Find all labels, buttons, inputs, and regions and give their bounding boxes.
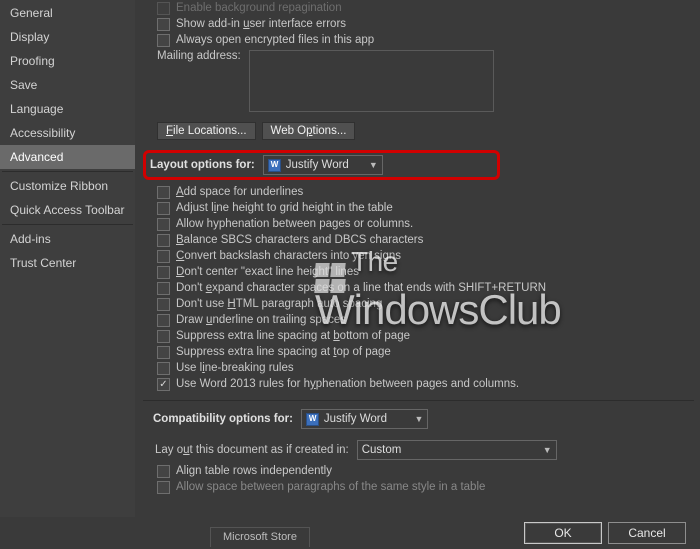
layout-as-if-row: Lay out this document as if created in: … bbox=[143, 437, 700, 463]
section-title: Layout options for: bbox=[150, 159, 255, 171]
checkbox[interactable] bbox=[157, 298, 170, 311]
label: Use line-breaking rules bbox=[176, 362, 294, 374]
layout-opt-8[interactable]: Draw underline on trailing spaces bbox=[143, 312, 700, 328]
label: Always open encrypted files in this app bbox=[176, 34, 374, 46]
checkbox[interactable] bbox=[157, 465, 170, 478]
checkbox bbox=[157, 2, 170, 15]
options-content: Enable background repagination Show add-… bbox=[135, 0, 700, 517]
layout-opt-11[interactable]: Use line-breaking rules bbox=[143, 360, 700, 376]
divider bbox=[143, 400, 694, 401]
compat-options-header: Compatibility options for: Justify Word … bbox=[143, 405, 560, 433]
checkbox[interactable] bbox=[157, 218, 170, 231]
checkbox[interactable] bbox=[157, 234, 170, 247]
opt-align-table-rows[interactable]: Align table rows independently bbox=[143, 463, 700, 479]
label: Convert backslash characters into yen si… bbox=[176, 250, 401, 262]
label: Add space for underlines bbox=[176, 186, 303, 198]
combo-value: Justify Word bbox=[286, 159, 349, 171]
sidebar-divider bbox=[2, 171, 133, 172]
combo-value: Custom bbox=[362, 444, 402, 456]
layout-opt-6[interactable]: Don't expand character spaces on a line … bbox=[143, 280, 700, 296]
checkbox[interactable] bbox=[157, 250, 170, 263]
chevron-down-icon: ▼ bbox=[543, 445, 552, 455]
sidebar-item-save[interactable]: Save bbox=[0, 73, 135, 97]
label: Suppress extra line spacing at bottom of… bbox=[176, 330, 410, 342]
label: Don't expand character spaces on a line … bbox=[176, 282, 546, 294]
checkbox[interactable] bbox=[157, 330, 170, 343]
opt-enable-bg-repagination: Enable background repagination bbox=[143, 0, 700, 16]
layout-opt-10[interactable]: Suppress extra line spacing at top of pa… bbox=[143, 344, 700, 360]
layout-opt-12[interactable]: ✓ Use Word 2013 rules for hyphenation bet… bbox=[143, 376, 700, 392]
layout-opt-1[interactable]: Adjust line height to grid height in the… bbox=[143, 200, 700, 216]
checkbox[interactable] bbox=[157, 266, 170, 279]
sidebar-item-trust-center[interactable]: Trust Center bbox=[0, 251, 135, 275]
label: Don't center "exact line height" lines bbox=[176, 266, 359, 278]
opt-allow-space-paragraphs: Allow space between paragraphs of the sa… bbox=[143, 479, 700, 495]
mailing-address-label: Mailing address: bbox=[157, 50, 241, 62]
label: Balance SBCS characters and DBCS charact… bbox=[176, 234, 423, 246]
mailing-address-field[interactable] bbox=[249, 50, 494, 112]
mailing-address-row: Mailing address: bbox=[143, 48, 700, 118]
label: Don't use HTML paragraph auto spacing bbox=[176, 298, 382, 310]
label: Draw underline on trailing spaces bbox=[176, 314, 346, 326]
checkbox[interactable] bbox=[157, 346, 170, 359]
sidebar-item-advanced[interactable]: Advanced bbox=[0, 145, 135, 169]
checkbox[interactable] bbox=[157, 34, 170, 47]
layout-as-if-combo[interactable]: Custom ▼ bbox=[357, 440, 557, 460]
checkbox[interactable] bbox=[157, 314, 170, 327]
label: Enable background repagination bbox=[176, 2, 342, 14]
chevron-down-icon: ▼ bbox=[369, 160, 378, 170]
label: Align table rows independently bbox=[176, 465, 332, 477]
opt-always-open-encrypted[interactable]: Always open encrypted files in this app bbox=[143, 32, 700, 48]
checkbox[interactable] bbox=[157, 202, 170, 215]
checkbox[interactable] bbox=[157, 18, 170, 31]
combo-value: Justify Word bbox=[324, 413, 387, 425]
layout-options-header: Layout options for: Justify Word ▼ bbox=[143, 150, 500, 180]
label: Lay out this document as if created in: bbox=[155, 444, 349, 456]
layout-opt-2[interactable]: Allow hyphenation between pages or colum… bbox=[143, 216, 700, 232]
word-doc-icon bbox=[268, 159, 281, 172]
sidebar-item-accessibility[interactable]: Accessibility bbox=[0, 121, 135, 145]
dialog-footer: Microsoft Store OK Cancel bbox=[0, 517, 700, 549]
layout-options-list: Add space for underlines Adjust line heig… bbox=[143, 184, 700, 392]
sidebar-item-quick-access-toolbar[interactable]: Quick Access Toolbar bbox=[0, 198, 135, 222]
opt-show-addin-errors[interactable]: Show add-in user interface errors bbox=[143, 16, 700, 32]
section-title: Compatibility options for: bbox=[153, 413, 293, 425]
sidebar-item-customize-ribbon[interactable]: Customize Ribbon bbox=[0, 174, 135, 198]
word-doc-icon bbox=[306, 413, 319, 426]
label: Use Word 2013 rules for hyphenation betw… bbox=[176, 378, 519, 390]
checkbox[interactable]: ✓ bbox=[157, 378, 170, 391]
label: Allow hyphenation between pages or colum… bbox=[176, 218, 413, 230]
sidebar-item-proofing[interactable]: Proofing bbox=[0, 49, 135, 73]
compat-options-combo[interactable]: Justify Word ▼ bbox=[301, 409, 429, 429]
label: Adjust line height to grid height in the… bbox=[176, 202, 393, 214]
chevron-down-icon: ▼ bbox=[415, 414, 424, 424]
layout-options-combo[interactable]: Justify Word ▼ bbox=[263, 155, 383, 175]
checkbox[interactable] bbox=[157, 186, 170, 199]
file-locations-button[interactable]: File Locations... bbox=[157, 122, 256, 140]
sidebar-item-add-ins[interactable]: Add-ins bbox=[0, 227, 135, 251]
layout-opt-0[interactable]: Add space for underlines bbox=[143, 184, 700, 200]
label: Suppress extra line spacing at top of pa… bbox=[176, 346, 391, 358]
web-options-button[interactable]: Web Options... bbox=[262, 122, 356, 140]
sidebar-item-language[interactable]: Language bbox=[0, 97, 135, 121]
label: Show add-in user interface errors bbox=[176, 18, 346, 30]
sidebar-divider bbox=[2, 224, 133, 225]
layout-opt-9[interactable]: Suppress extra line spacing at bottom of… bbox=[143, 328, 700, 344]
layout-opt-7[interactable]: Don't use HTML paragraph auto spacing bbox=[143, 296, 700, 312]
checkbox[interactable] bbox=[157, 282, 170, 295]
sidebar-item-display[interactable]: Display bbox=[0, 25, 135, 49]
checkbox bbox=[157, 481, 170, 494]
layout-opt-5[interactable]: Don't center "exact line height" lines bbox=[143, 264, 700, 280]
microsoft-store-tab[interactable]: Microsoft Store bbox=[210, 527, 310, 547]
layout-opt-3[interactable]: Balance SBCS characters and DBCS charact… bbox=[143, 232, 700, 248]
checkbox[interactable] bbox=[157, 362, 170, 375]
ok-button[interactable]: OK bbox=[524, 522, 602, 544]
cancel-button[interactable]: Cancel bbox=[608, 522, 686, 544]
options-sidebar: GeneralDisplayProofingSaveLanguageAccess… bbox=[0, 0, 135, 517]
sidebar-item-general[interactable]: General bbox=[0, 1, 135, 25]
layout-opt-4[interactable]: Convert backslash characters into yen si… bbox=[143, 248, 700, 264]
label: Allow space between paragraphs of the sa… bbox=[176, 481, 485, 493]
